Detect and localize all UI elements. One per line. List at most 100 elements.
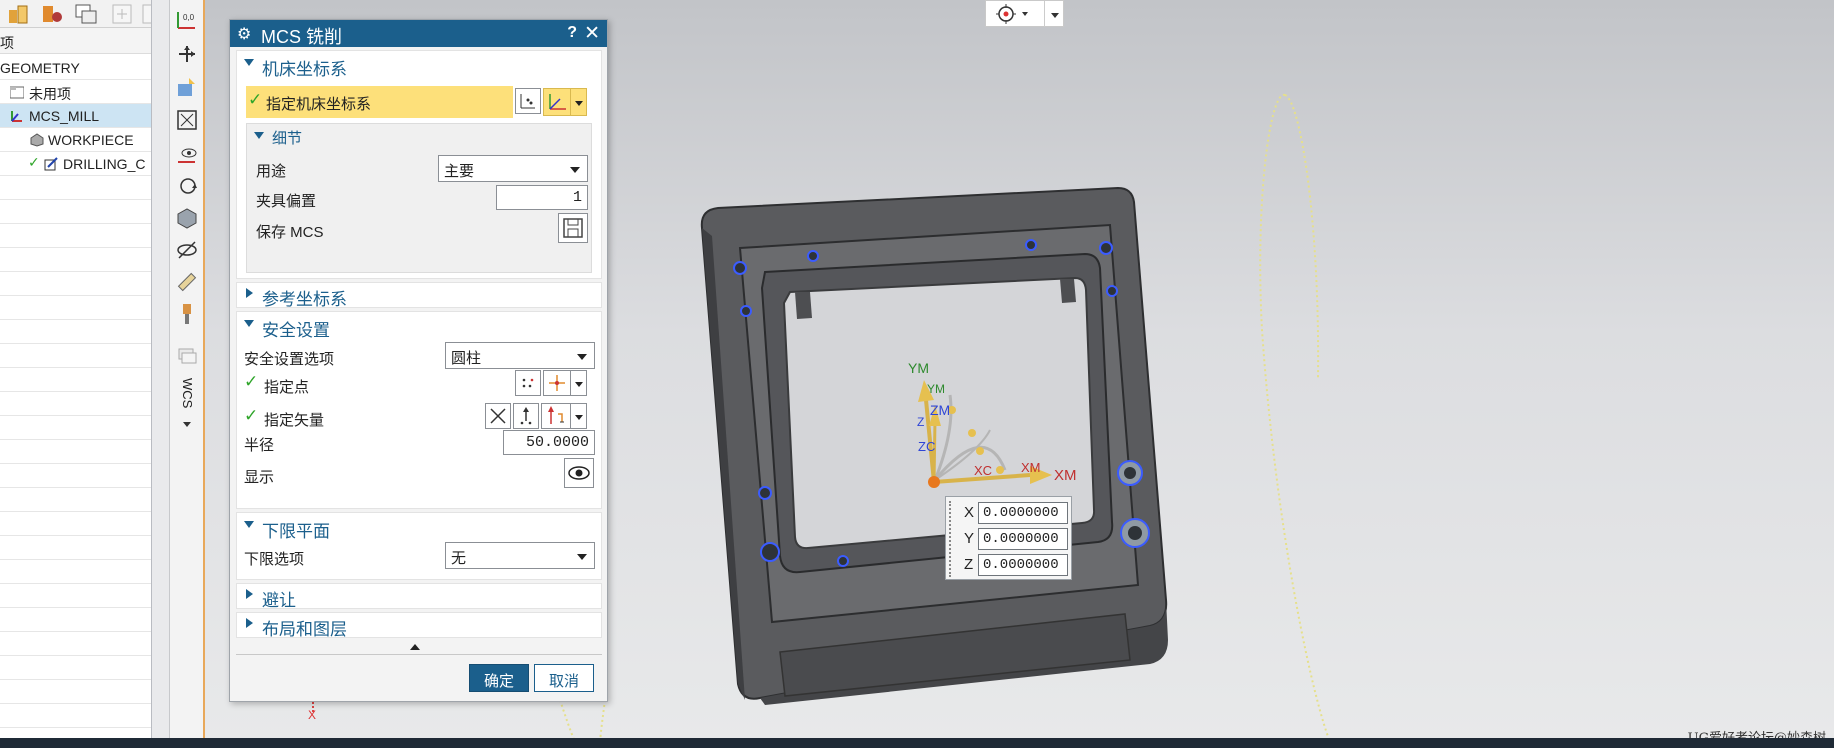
collapse-arrow-icon xyxy=(244,59,254,66)
coord-row-z: Z 0.0000000 xyxy=(946,552,1073,578)
hide-icon[interactable] xyxy=(175,238,199,262)
vertical-toolbar: 0,0 WCS xyxy=(170,0,205,742)
mcs-icon xyxy=(10,109,24,123)
layers-icon[interactable] xyxy=(175,344,199,368)
tree-empty-row xyxy=(0,464,151,488)
tree-node-geometry[interactable]: GEOMETRY xyxy=(0,56,151,80)
coord-row-x: X 0.0000000 xyxy=(946,500,1073,526)
lower-option-select[interactable]: 无 xyxy=(445,542,595,569)
tree-empty-row xyxy=(0,344,151,368)
safety-option-select[interactable]: 圆柱 xyxy=(445,342,595,369)
tree-empty-row xyxy=(0,632,151,656)
lower-plane-header[interactable]: 下限平面 xyxy=(236,514,602,541)
radius-input[interactable]: 50.0000 xyxy=(503,430,595,455)
safety-option-label: 安全设置选项 xyxy=(244,351,335,368)
coord-y-input[interactable]: 0.0000000 xyxy=(978,528,1068,550)
purpose-select[interactable]: 主要 xyxy=(438,155,588,182)
snap-more-dropdown[interactable] xyxy=(1044,1,1064,27)
avoidance-header[interactable]: 避让 xyxy=(236,583,602,610)
geometry-view-icon[interactable] xyxy=(74,2,98,26)
fit-view-icon[interactable] xyxy=(175,108,199,132)
tree-empty-row xyxy=(0,680,151,704)
coordinate-input-popup: X 0.0000000 Y 0.0000000 Z 0.0000000 xyxy=(945,496,1072,580)
create-tool-icon[interactable] xyxy=(140,2,151,26)
status-bar xyxy=(0,738,1834,748)
coord-z-input[interactable]: 0.0000000 xyxy=(978,554,1068,576)
vector-dialog-button[interactable] xyxy=(513,403,539,429)
coord-row-y: Y 0.0000000 xyxy=(946,526,1073,552)
gear-icon: ⚙ xyxy=(237,26,252,43)
csys-type-button[interactable] xyxy=(543,88,571,116)
reference-cs-header[interactable]: 参考坐标系 xyxy=(236,282,602,309)
view-axis-label: X xyxy=(308,708,317,722)
move-icon[interactable] xyxy=(175,42,199,66)
tree-node-drilling[interactable]: ✓ DRILLING_C xyxy=(0,152,151,176)
cancel-button[interactable]: 取消 xyxy=(534,664,594,692)
program-order-view-icon[interactable] xyxy=(6,2,30,26)
snap-point-icon[interactable] xyxy=(994,4,1034,24)
footer-divider xyxy=(236,654,602,655)
purpose-label: 用途 xyxy=(256,163,287,180)
tree-empty-row xyxy=(0,272,151,296)
navigator-column-header[interactable]: 项 xyxy=(0,28,151,54)
tree-empty-row xyxy=(0,704,151,728)
folder-icon xyxy=(9,85,25,99)
point-dialog-button[interactable] xyxy=(515,370,541,396)
shaded-body-icon[interactable] xyxy=(175,206,199,230)
tool-icon[interactable] xyxy=(175,302,199,326)
tree-node-label: WORKPIECE xyxy=(48,132,134,148)
snap-toolbar xyxy=(985,0,1064,27)
expand-arrow-icon xyxy=(246,589,253,599)
tree-node-label: 未用项 xyxy=(29,86,71,102)
save-mcs-label: 保存 MCS xyxy=(256,224,324,241)
close-button[interactable]: ✕ xyxy=(584,22,600,45)
svg-text:0,0: 0,0 xyxy=(183,13,195,22)
display-toggle-button[interactable] xyxy=(564,458,594,488)
triad-label-ym2: YM xyxy=(927,382,945,396)
render-icon[interactable] xyxy=(175,76,199,100)
tree-empty-row xyxy=(0,512,151,536)
fixture-offset-input[interactable]: 1 xyxy=(496,185,588,210)
create-program-icon[interactable] xyxy=(110,2,134,26)
point-type-dropdown[interactable] xyxy=(571,370,587,396)
save-mcs-button[interactable] xyxy=(558,213,588,243)
tree-empty-row xyxy=(0,608,151,632)
mcs-mill-dialog: ⚙ MCS 铣削 ? ✕ 机床坐标系 ✓ 指定机床坐标系 细节 用途 主要 夹具… xyxy=(229,19,608,702)
reverse-direction-button[interactable] xyxy=(485,403,511,429)
specify-mcs-row[interactable]: ✓ 指定机床坐标系 xyxy=(246,86,513,118)
triad-label-zm: ZM xyxy=(930,402,950,418)
tree-empty-row xyxy=(0,560,151,584)
collapse-more-icon[interactable] xyxy=(405,640,425,652)
view-eye-icon[interactable] xyxy=(175,142,199,166)
safety-header[interactable]: 安全设置 xyxy=(236,313,602,340)
wcs-menu[interactable]: WCS xyxy=(177,378,197,430)
coord-x-input[interactable]: 0.0000000 xyxy=(978,502,1068,524)
tree-empty-row xyxy=(0,296,151,320)
csys-type-dropdown[interactable] xyxy=(571,88,587,116)
dialog-title-bar[interactable]: ⚙ MCS 铣削 ? ✕ xyxy=(230,20,607,47)
inferred-vector-button[interactable] xyxy=(541,403,571,429)
layout-layers-header[interactable]: 布局和图层 xyxy=(236,612,602,639)
rotate-view-icon[interactable] xyxy=(175,174,199,198)
help-button[interactable]: ? xyxy=(567,24,577,42)
tree-node-unused[interactable]: 未用项 xyxy=(0,80,151,104)
triad-label-zc: ZC xyxy=(918,439,935,454)
ok-button[interactable]: 确定 xyxy=(469,664,529,692)
tree-empty-row xyxy=(0,392,151,416)
machine-tool-view-icon[interactable] xyxy=(40,2,64,26)
tree-node-workpiece[interactable]: WORKPIECE xyxy=(0,128,151,152)
tree-node-label: DRILLING_C xyxy=(63,156,146,172)
machine-cs-header[interactable]: 机床坐标系 xyxy=(236,52,602,79)
tree-empty-row xyxy=(0,248,151,272)
measure-icon[interactable] xyxy=(175,270,199,294)
tree-empty-row xyxy=(0,368,151,392)
details-header[interactable]: 细节 xyxy=(246,125,446,147)
csys-dialog-button[interactable] xyxy=(515,88,541,114)
inferred-point-button[interactable] xyxy=(543,370,571,396)
specify-point-label: 指定点 xyxy=(264,379,310,396)
vector-type-dropdown[interactable] xyxy=(571,403,587,429)
tree-empty-row xyxy=(0,488,151,512)
tree-node-mcs-mill[interactable]: MCS_MILL xyxy=(0,104,151,128)
wcs-dynamic-icon[interactable]: 0,0 xyxy=(175,8,199,32)
fixture-offset-label: 夹具偏置 xyxy=(256,193,317,210)
